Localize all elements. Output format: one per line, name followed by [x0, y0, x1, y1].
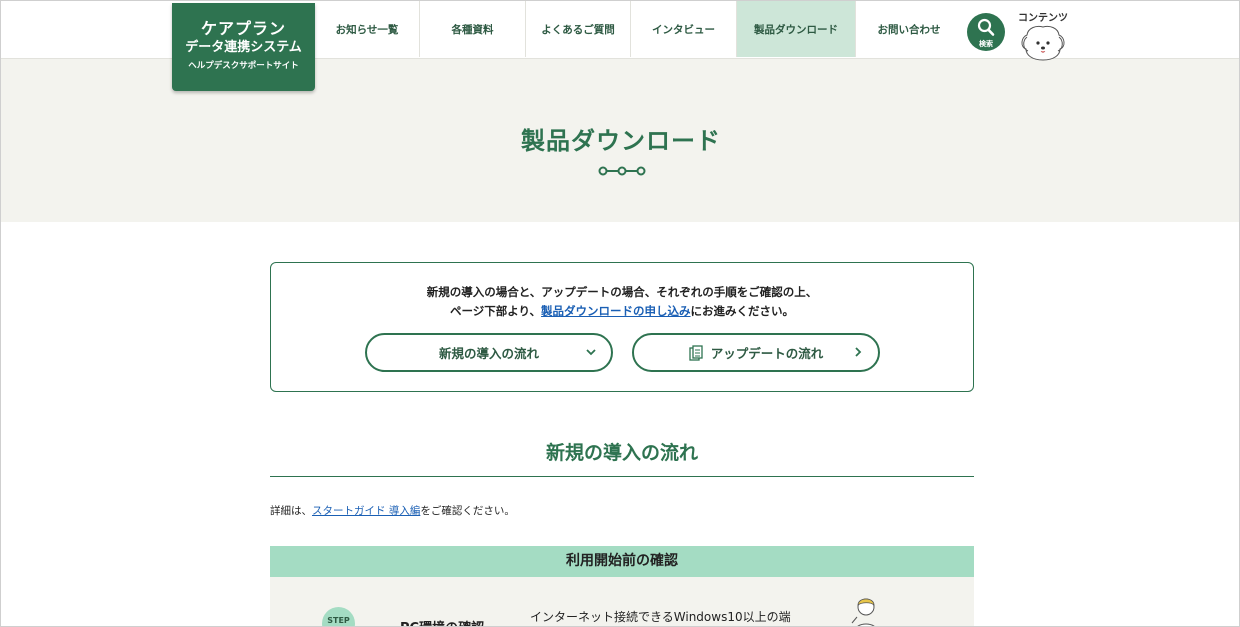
- section-title: 新規の導入の流れ: [545, 442, 698, 464]
- site-logo[interactable]: ケアプラン データ連携システム ヘルプデスクサポートサイト: [172, 3, 315, 91]
- global-nav: お知らせ一覧 各種資料 よくあるご質問 インタビュー 製品ダウンロード お問い合…: [315, 1, 962, 57]
- dog-mascot-icon: [1021, 25, 1065, 61]
- logo-line-1: ケアプラン: [200, 19, 286, 38]
- nav-item-news[interactable]: お知らせ一覧: [315, 1, 420, 57]
- update-flow-label: アップデートの流れ: [710, 346, 824, 361]
- contents-label: コンテンツ: [1018, 13, 1068, 24]
- new-install-flow-button[interactable]: 新規の導入の流れ: [365, 333, 613, 372]
- person-illustration-icon: [851, 598, 875, 626]
- step-area: STEP PC環境の確認 インターネット接続できるWindows10以上の端: [270, 577, 974, 626]
- logo-line-2: データ連携システム: [185, 40, 302, 55]
- search-label: 検索: [979, 40, 993, 48]
- step-description: インターネット接続できるWindows10以上の端: [530, 610, 791, 624]
- nav-item-interview[interactable]: インタビュー: [631, 1, 737, 57]
- logo-line-3: ヘルプデスクサポートサイト: [188, 61, 299, 71]
- nav-item-contact[interactable]: お問い合わせ: [856, 1, 962, 57]
- download-application-link[interactable]: 製品ダウンロードの申し込み: [541, 304, 691, 318]
- new-install-flow-label: 新規の導入の流れ: [438, 346, 539, 361]
- detail-text: 詳細は、スタートガイド 導入編をご確認ください。: [270, 503, 515, 518]
- title-decoration-icon: [598, 166, 646, 176]
- intro-line-1: 新規の導入の場合と、アップデートの場合、それぞれの手順をご確認の上、: [426, 285, 818, 299]
- subsection-band: 利用開始前の確認: [270, 546, 974, 577]
- intro-line-2-suffix: にお進みください。: [690, 304, 795, 318]
- nav-item-faq[interactable]: よくあるご質問: [526, 1, 631, 57]
- document-icon: [689, 344, 703, 361]
- nav-item-download[interactable]: 製品ダウンロード: [737, 1, 856, 57]
- page-title: 製品ダウンロード: [521, 127, 721, 155]
- step-title: PC環境の確認: [400, 617, 484, 626]
- detail-suffix: をご確認ください。: [420, 505, 515, 517]
- chevron-down-icon: [586, 349, 596, 356]
- nav-item-label: 各種資料: [451, 23, 494, 36]
- chevron-right-icon: [855, 347, 862, 357]
- nav-item-label: 製品ダウンロード: [754, 23, 838, 36]
- intro-box: 新規の導入の場合と、アップデートの場合、それぞれの手順をご確認の上、 ページ下部…: [270, 262, 974, 392]
- intro-text: 新規の導入の場合と、アップデートの場合、それぞれの手順をご確認の上、 ページ下部…: [271, 283, 973, 321]
- step-badge: STEP: [322, 607, 355, 626]
- intro-line-2: ページ下部より、製品ダウンロードの申し込みにお進みください。: [271, 302, 973, 321]
- update-flow-button[interactable]: アップデートの流れ: [632, 333, 880, 372]
- search-button[interactable]: 検索: [967, 13, 1005, 51]
- nav-item-label: お知らせ一覧: [335, 23, 399, 36]
- section-divider: [270, 476, 974, 477]
- page-frame: お知らせ一覧 各種資料 よくあるご質問 インタビュー 製品ダウンロード お問い合…: [0, 0, 1240, 627]
- contents-button[interactable]: コンテンツ: [1015, 9, 1071, 61]
- detail-prefix: 詳細は、: [270, 505, 312, 517]
- start-guide-link[interactable]: スタートガイド 導入編: [312, 505, 420, 517]
- nav-item-documents[interactable]: 各種資料: [420, 1, 526, 57]
- nav-item-label: お問い合わせ: [877, 23, 941, 36]
- nav-item-label: よくあるご質問: [541, 23, 615, 36]
- intro-line-2-prefix: ページ下部より、: [449, 304, 542, 318]
- search-icon: [977, 18, 995, 36]
- nav-item-label: インタビュー: [652, 23, 715, 36]
